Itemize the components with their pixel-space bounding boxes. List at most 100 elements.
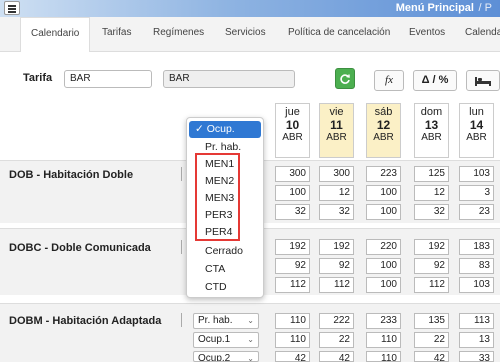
tarifa-label: Tarifa <box>23 72 53 84</box>
rate-cell[interactable]: 233 <box>366 313 401 329</box>
date-month: ABR <box>282 132 303 143</box>
dropdown-option-cerrado[interactable]: Cerrado <box>187 243 263 260</box>
date-day: 12 <box>376 118 391 132</box>
date-column-jue: jue 10 ABR <box>275 103 310 158</box>
room-name: DOBC - Doble Comunicada <box>9 242 151 254</box>
bed-icon <box>475 77 491 86</box>
row-type-select[interactable]: Ocup.2 ⌄ <box>193 351 259 362</box>
hamburger-menu-icon[interactable] <box>4 1 20 15</box>
tab-calendario-2[interactable]: Calenda <box>465 27 500 38</box>
chevron-down-icon: ⌄ <box>247 316 254 325</box>
rate-cell[interactable]: 12 <box>414 185 449 201</box>
rate-cell[interactable]: 12 <box>319 185 354 201</box>
tarifa-code-input[interactable]: BAR <box>64 70 152 88</box>
tab-politica-cancelacion[interactable]: Política de cancelación <box>288 27 390 38</box>
rate-cell[interactable]: 13 <box>459 332 494 348</box>
breadcrumb: / P <box>478 2 492 14</box>
chevron-down-icon: ⌄ <box>247 354 254 362</box>
rate-cell[interactable]: 3 <box>459 185 494 201</box>
tab-tarifas[interactable]: Tarifas <box>102 27 131 38</box>
date-column-dom: dom 13 ABR <box>414 103 449 158</box>
tab-bar: Calendario Tarifas Regímenes Servicios P… <box>0 17 500 53</box>
rate-cell[interactable]: 183 <box>459 239 494 255</box>
date-weekday: vie <box>329 106 344 118</box>
room-name: DOB - Habitación Doble <box>9 169 134 181</box>
rate-cell[interactable]: 100 <box>366 258 401 274</box>
tab-calendario[interactable]: Calendario <box>20 17 91 53</box>
rate-cell[interactable]: 42 <box>275 351 310 362</box>
date-day: 11 <box>330 118 343 132</box>
rate-cell[interactable]: 22 <box>319 332 354 348</box>
rate-cell[interactable]: 110 <box>275 332 310 348</box>
rate-cell[interactable]: 112 <box>414 277 449 293</box>
rate-cell[interactable]: 32 <box>275 204 310 220</box>
rate-cell[interactable]: 100 <box>366 277 401 293</box>
rate-cell[interactable]: 42 <box>319 351 354 362</box>
date-weekday: sáb <box>374 106 393 118</box>
date-month: ABR <box>466 132 487 143</box>
delta-percent-button[interactable]: Δ / % <box>413 70 457 91</box>
menu-title[interactable]: Menú Principal <box>396 2 474 14</box>
rate-cell[interactable]: 92 <box>275 258 310 274</box>
refresh-button[interactable] <box>335 68 355 89</box>
tab-eventos[interactable]: Eventos <box>409 27 445 38</box>
tarifa-name-input: BAR <box>163 70 295 88</box>
rate-cell[interactable]: 110 <box>366 351 401 362</box>
rate-cell[interactable]: 42 <box>414 351 449 362</box>
rate-cell[interactable]: 32 <box>414 204 449 220</box>
row-type-select[interactable]: Pr. hab. ⌄ <box>193 313 259 329</box>
rate-cell[interactable]: 192 <box>275 239 310 255</box>
rate-cell[interactable]: 103 <box>459 166 494 182</box>
rate-cell[interactable]: 92 <box>319 258 354 274</box>
rate-cell[interactable]: 300 <box>275 166 310 182</box>
rate-cell[interactable]: 220 <box>366 239 401 255</box>
tab-regimenes[interactable]: Regímenes <box>153 27 204 38</box>
rate-cell[interactable]: 110 <box>366 332 401 348</box>
rate-cell[interactable]: 110 <box>275 313 310 329</box>
room-name: DOBM - Habitación Adaptada <box>9 315 162 327</box>
rate-cell[interactable]: 100 <box>366 204 401 220</box>
bed-button[interactable] <box>466 70 500 91</box>
rate-cell[interactable]: 83 <box>459 258 494 274</box>
rate-cell[interactable]: 192 <box>319 239 354 255</box>
dropdown-option-ocup[interactable]: ✓ Ocup. <box>189 121 261 138</box>
date-month: ABR <box>373 132 394 143</box>
rate-cell[interactable]: 100 <box>366 185 401 201</box>
rate-cell[interactable]: 192 <box>414 239 449 255</box>
rate-cell[interactable]: 135 <box>414 313 449 329</box>
date-month: ABR <box>326 132 347 143</box>
row-type-select[interactable]: Ocup.1 ⌄ <box>193 332 259 348</box>
room-divider <box>181 313 182 327</box>
rate-cell[interactable]: 223 <box>366 166 401 182</box>
rate-cell[interactable]: 222 <box>319 313 354 329</box>
rate-cell[interactable]: 32 <box>319 204 354 220</box>
date-column-lun: lun 14 ABR <box>459 103 494 158</box>
rate-cell[interactable]: 103 <box>459 277 494 293</box>
rate-cell[interactable]: 23 <box>459 204 494 220</box>
date-day: 13 <box>424 118 439 132</box>
dropdown-option-cta[interactable]: CTA <box>187 261 263 278</box>
tab-servicios[interactable]: Servicios <box>225 27 266 38</box>
date-weekday: lun <box>469 106 484 118</box>
date-weekday: dom <box>420 106 443 118</box>
highlight-box <box>195 153 240 241</box>
rate-cell[interactable]: 112 <box>319 277 354 293</box>
rate-cell[interactable]: 113 <box>459 313 494 329</box>
rate-cell[interactable]: 33 <box>459 351 494 362</box>
rate-cell[interactable]: 112 <box>275 277 310 293</box>
rate-cell[interactable]: 100 <box>275 185 310 201</box>
select-value: Ocup.2 <box>198 353 231 362</box>
rate-cell[interactable]: 125 <box>414 166 449 182</box>
room-divider <box>181 167 182 181</box>
date-day: 14 <box>469 118 484 132</box>
date-weekday: jue <box>285 106 300 118</box>
date-month: ABR <box>421 132 442 143</box>
formula-button[interactable]: fx <box>374 70 404 91</box>
rate-cell[interactable]: 22 <box>414 332 449 348</box>
date-day: 10 <box>285 118 300 132</box>
rate-cell[interactable]: 300 <box>319 166 354 182</box>
refresh-icon <box>340 74 350 84</box>
dropdown-option-ctd[interactable]: CTD <box>187 279 263 296</box>
rate-cell[interactable]: 92 <box>414 258 449 274</box>
top-bar: Menú Principal / P <box>0 0 500 17</box>
